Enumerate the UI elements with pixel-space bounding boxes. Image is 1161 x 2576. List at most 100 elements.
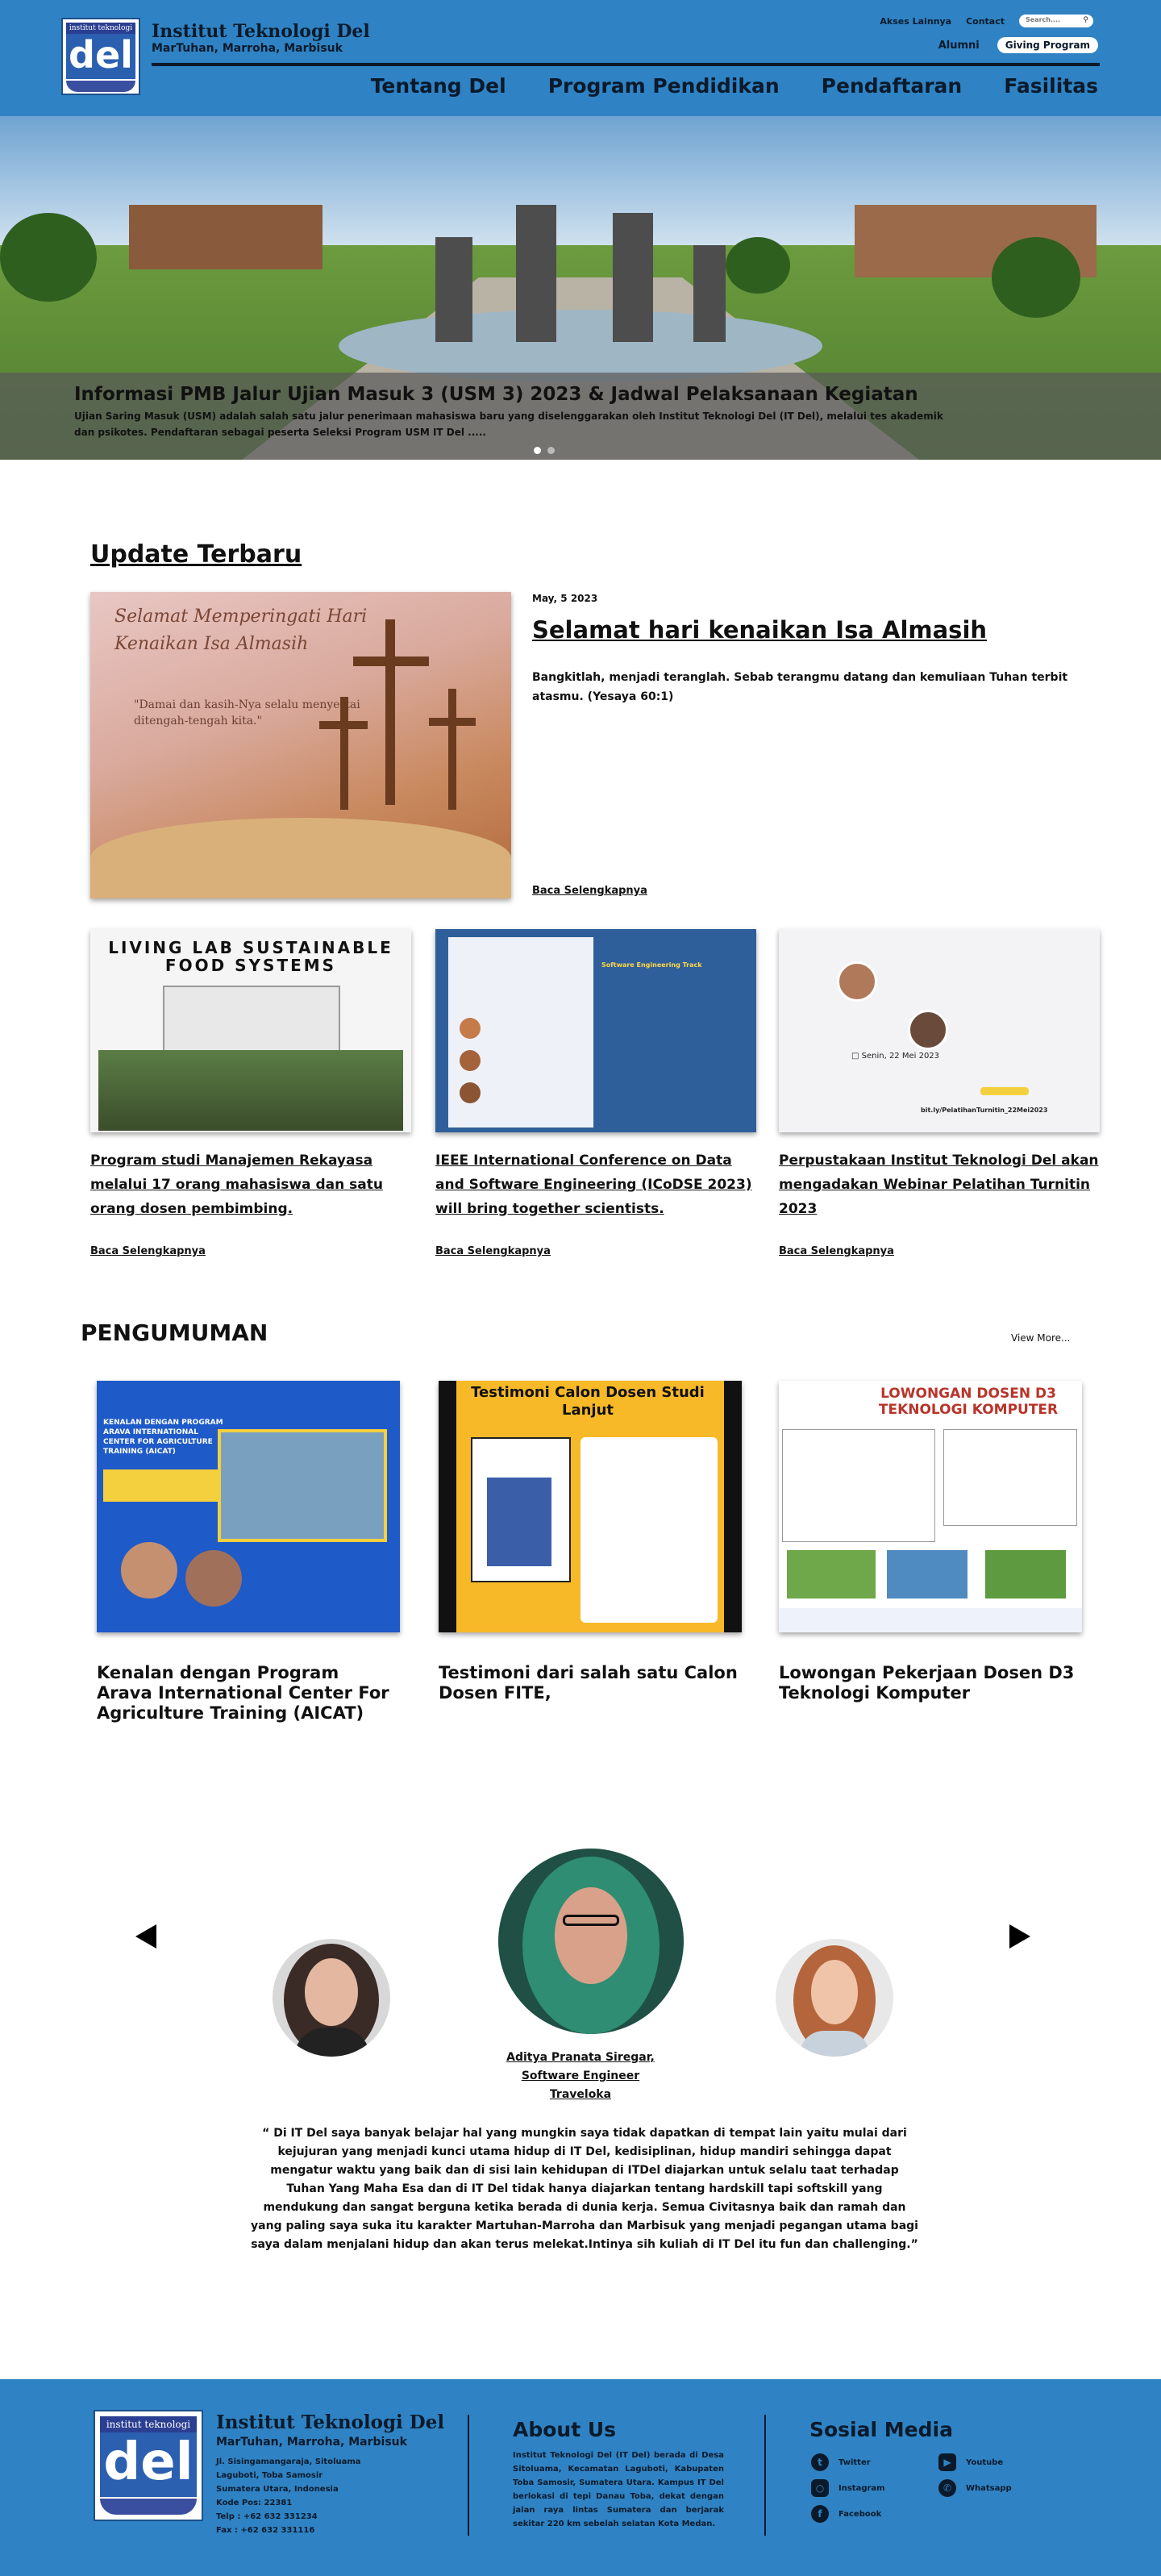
social-twitter-link[interactable]: t Twitter xyxy=(811,2453,871,2471)
webinar-link: bit.ly/PelatihanTurnitin_22Mei2023 xyxy=(921,1107,1048,1114)
face-shape xyxy=(305,1958,358,2026)
search-icon[interactable]: ⚲ xyxy=(1083,16,1088,24)
announcement-title[interactable]: Testimoni dari salah satu Calon Dosen FI… xyxy=(439,1663,742,1703)
contact-link[interactable]: Contact xyxy=(966,16,1005,27)
campus-photo xyxy=(985,1550,1066,1599)
announcement-image-heading: Testimoni Calon Dosen Studi Lanjut xyxy=(471,1384,705,1419)
qualification-box xyxy=(782,1429,935,1542)
akses-lainnya-link[interactable]: Akses Lainnya xyxy=(880,16,951,27)
hero-tree xyxy=(0,213,97,302)
social-whatsapp-link[interactable]: ✆ Whatsapp xyxy=(938,2479,1012,2497)
hero-monument-pillar xyxy=(613,213,653,342)
social-instagram-link[interactable]: ○ Instagram xyxy=(811,2479,885,2497)
announcement-image[interactable]: LOWONGAN DOSEN D3 TEKNOLOGI KOMPUTER xyxy=(779,1381,1082,1632)
cross-shape xyxy=(385,619,395,805)
footer-motto: MarTuhan, Marroha, Marbisuk xyxy=(216,2436,407,2449)
social-facebook-link[interactable]: f Facebook xyxy=(811,2505,881,2523)
presenter-photo xyxy=(121,1542,177,1599)
moderator-photo xyxy=(908,1010,948,1050)
cross-shape xyxy=(340,697,348,810)
social-youtube-link[interactable]: ▶ Youtube xyxy=(938,2453,1003,2471)
news-read-more-link[interactable]: Baca Selengkapnya xyxy=(779,1245,894,1257)
presenter-photo xyxy=(185,1550,242,1607)
face-shape xyxy=(555,1887,627,1984)
featured-news-image[interactable]: Selamat Memperingati Hari Kenaikan Isa A… xyxy=(90,592,511,898)
logo-word: del xyxy=(100,2432,197,2497)
news-card-title[interactable]: IEEE International Conference on Data an… xyxy=(435,1148,756,1221)
carousel-prev-arrow-icon[interactable] xyxy=(135,1924,156,1949)
hero-title[interactable]: Informasi PMB Jalur Ujian Masuk 3 (USM 3… xyxy=(74,384,918,405)
announcement-image-heading: KENALAN DENGAN PROGRAM ARAVA INTERNATION… xyxy=(103,1419,223,1456)
news-card-image[interactable]: □ Senin, 22 Mei 2023 bit.ly/PelatihanTur… xyxy=(779,929,1100,1132)
site-footer: institut teknologi del Institut Teknolog… xyxy=(0,2379,1161,2576)
institution-motto: MarTuhan, Marroha, Marbisuk xyxy=(152,42,343,55)
nav-program-pendidikan[interactable]: Program Pendidikan xyxy=(548,74,780,98)
featured-news-date: May, 5 2023 xyxy=(532,593,598,604)
alumni-link[interactable]: Alumni xyxy=(938,40,980,52)
site-header: institut teknologi del Institut Teknolog… xyxy=(0,0,1161,116)
institution-logo[interactable]: institut teknologi del xyxy=(61,18,140,95)
featured-image-heading: Selamat Memperingati Hari Kenaikan Isa A… xyxy=(114,603,367,658)
testimonial-role-line: Software Engineer xyxy=(521,2070,640,2082)
nav-pendaftaran[interactable]: Pendaftaran xyxy=(822,74,963,98)
news-card-title[interactable]: Perpustakaan Institut Teknologi Del akan… xyxy=(779,1148,1100,1221)
desert-dune xyxy=(90,818,511,898)
webinar-date: □ Senin, 22 Mei 2023 xyxy=(851,1052,940,1061)
institution-name[interactable]: Institut Teknologi Del xyxy=(152,21,370,42)
nav-fasilitas[interactable]: Fasilitas xyxy=(1004,74,1098,98)
news-read-more-link[interactable]: Baca Selengkapnya xyxy=(90,1245,206,1257)
news-card-image[interactable]: Software Engineering Track xyxy=(435,929,756,1132)
nav-tentang-del[interactable]: Tentang Del xyxy=(371,74,506,98)
hero-monument-pillar xyxy=(435,237,472,342)
footer-logo[interactable]: institut teknologi del xyxy=(94,2410,203,2521)
slider-dot[interactable] xyxy=(547,447,555,454)
hero-text: Ujian Saring Masuk (USM) adalah salah sa… xyxy=(74,411,943,438)
announcement-card: Testimoni Calon Dosen Studi Lanjut Testi… xyxy=(439,1381,742,1703)
hero-tree xyxy=(992,237,1080,318)
poster-track-label: Software Engineering Track xyxy=(601,961,702,969)
footer-institution-name: Institut Teknologi Del xyxy=(216,2411,445,2433)
side-banner xyxy=(724,1381,742,1632)
news-card-title[interactable]: Program studi Manajemen Rekayasa melalui… xyxy=(90,1148,411,1221)
footer-divider xyxy=(764,2415,766,2536)
news-read-more-link[interactable]: Baca Selengkapnya xyxy=(435,1245,551,1257)
register-badge xyxy=(980,1087,1029,1095)
hero-pool xyxy=(339,310,822,382)
logo-ribbon xyxy=(66,81,135,92)
whatsapp-icon: ✆ xyxy=(938,2479,956,2497)
slider-dot[interactable] xyxy=(534,447,541,454)
youtube-icon: ▶ xyxy=(938,2453,956,2471)
hero-slider[interactable]: Informasi PMB Jalur Ujian Masuk 3 (USM 3… xyxy=(0,116,1161,460)
testimonial-avatar-right[interactable] xyxy=(776,1939,893,2057)
view-more-link[interactable]: View More... xyxy=(1011,1332,1070,1344)
footer-divider xyxy=(468,2415,469,2536)
testimonial-avatar-center[interactable] xyxy=(498,1849,684,2034)
carousel-next-arrow-icon[interactable] xyxy=(1009,1924,1030,1949)
giving-program-button[interactable]: Giving Program xyxy=(997,37,1098,53)
utility-links: Akses Lainnya Contact Search.... ⚲ xyxy=(880,15,1093,27)
campus-photo xyxy=(787,1550,876,1599)
twitter-icon: t xyxy=(811,2453,829,2471)
announcement-title[interactable]: Lowongan Pekerjaan Dosen D3 Teknologi Ko… xyxy=(779,1663,1082,1703)
logo-word: del xyxy=(66,34,135,79)
footer-address: Jl. Sisingamangaraja, Sitoluama Laguboti… xyxy=(216,2457,361,2535)
facebook-icon: f xyxy=(811,2505,829,2523)
glasses-shape xyxy=(563,1915,619,1926)
side-banner xyxy=(439,1381,456,1632)
news-card-image[interactable]: LIVING LAB SUSTAINABLE FOOD SYSTEMS xyxy=(90,929,411,1132)
featured-news-title[interactable]: Selamat hari kenaikan Isa Almasih xyxy=(532,616,987,644)
announcement-card: LOWONGAN DOSEN D3 TEKNOLOGI KOMPUTER Low… xyxy=(779,1381,1082,1703)
news-card: □ Senin, 22 Mei 2023 bit.ly/PelatihanTur… xyxy=(779,929,1100,1257)
hero-monument-pillar xyxy=(693,245,726,342)
news-image-heading: LIVING LAB SUSTAINABLE FOOD SYSTEMS xyxy=(108,938,393,975)
announcement-image[interactable]: Testimoni Calon Dosen Studi Lanjut xyxy=(439,1381,742,1632)
footer-social-title: Sosial Media xyxy=(809,2418,953,2441)
hero-monument-pillar xyxy=(516,205,556,342)
announcement-image[interactable]: KENALAN DENGAN PROGRAM ARAVA INTERNATION… xyxy=(97,1381,400,1632)
news-card: LIVING LAB SUSTAINABLE FOOD SYSTEMS Prog… xyxy=(90,929,411,1257)
announcement-title[interactable]: Kenalan dengan Program Arava Internation… xyxy=(97,1663,400,1724)
featured-read-more-link[interactable]: Baca Selengkapnya xyxy=(532,885,647,897)
testimonial-name: Aditya Pranata Siregar, Software Enginee… xyxy=(500,2049,661,2104)
search-input[interactable]: Search.... ⚲ xyxy=(1019,15,1093,27)
testimonial-avatar-left[interactable] xyxy=(273,1939,390,2057)
